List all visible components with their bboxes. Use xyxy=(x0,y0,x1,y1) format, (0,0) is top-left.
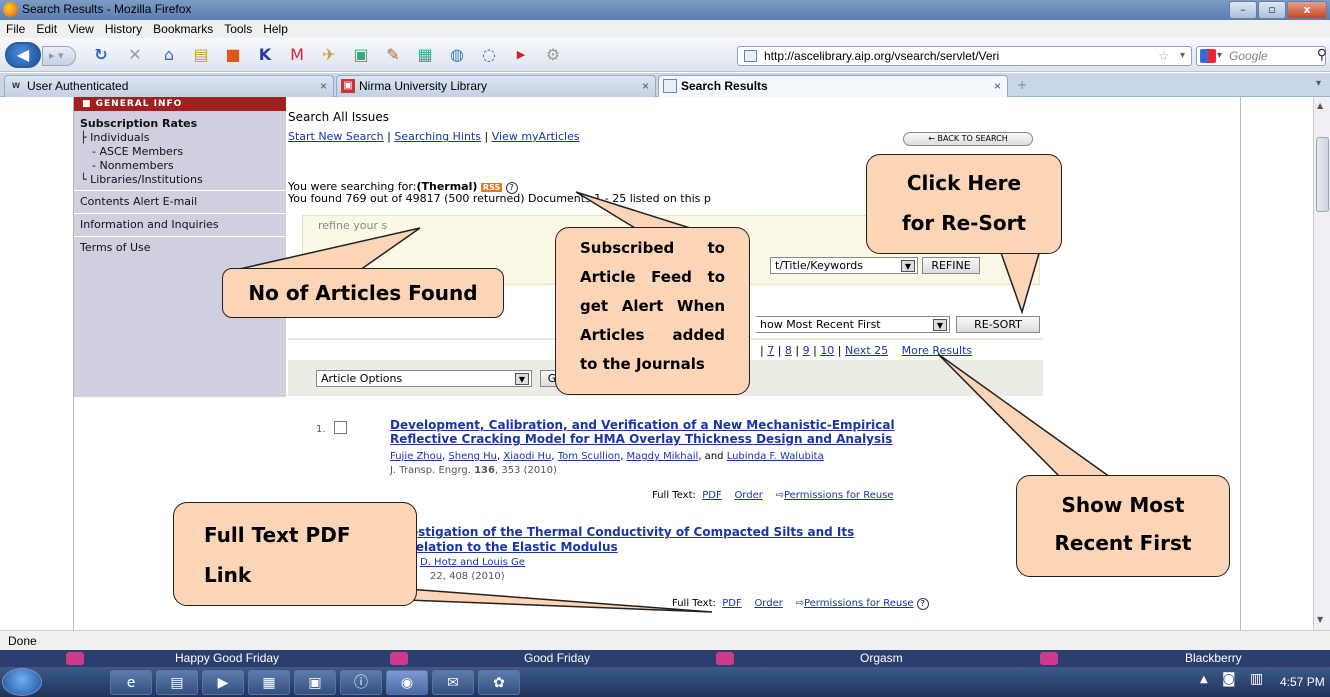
pointer-rss xyxy=(575,191,691,229)
network-icon[interactable]: ▣ xyxy=(294,670,336,695)
tray-arrow-icon[interactable]: ▲ xyxy=(1200,674,1208,685)
mail-icon[interactable]: ✉ xyxy=(432,670,474,695)
feed-icon xyxy=(390,652,408,665)
network-tray-icon[interactable]: ▥ xyxy=(1250,671,1263,687)
ie-icon[interactable]: e xyxy=(110,670,152,695)
pointer-most-recent xyxy=(937,353,1113,478)
bookmark-strip: Happy Good Friday Good Friday Orgasm Bla… xyxy=(0,650,1330,667)
app-icon[interactable]: ✿ xyxy=(478,670,520,695)
pointer-articles-found xyxy=(234,227,421,271)
bookmark-good-friday[interactable]: Good Friday xyxy=(524,650,590,667)
excel-icon[interactable]: ▦ xyxy=(248,670,290,695)
media-icon[interactable]: ▶ xyxy=(202,670,244,695)
feed-icon xyxy=(716,652,734,665)
firefox-taskbar-icon[interactable]: ◉ xyxy=(386,670,428,695)
callout-resort: Click Here for Re-Sort xyxy=(866,154,1062,254)
clock[interactable]: 4:57 PM xyxy=(1280,667,1330,697)
bookmark-happy-good-friday[interactable]: Happy Good Friday xyxy=(175,650,279,667)
callout-most-recent: Show Most Recent First xyxy=(1016,475,1230,577)
info-icon[interactable]: ⓘ xyxy=(340,670,382,695)
callout-subscribed-feed: Subscribed to Article Feed to get Alert … xyxy=(555,227,750,395)
bookmark-3[interactable]: Orgasm xyxy=(860,650,903,667)
bookmark-blackberry[interactable]: Blackberry xyxy=(1185,650,1242,667)
status-bar: Done xyxy=(0,630,1330,650)
explorer-icon[interactable]: ▤ xyxy=(156,670,198,695)
feed-icon xyxy=(66,652,84,665)
feed-icon xyxy=(1040,652,1058,665)
status-text: Done xyxy=(8,634,37,648)
callout-articles-found: No of Articles Found xyxy=(222,268,504,318)
start-button[interactable] xyxy=(2,668,42,696)
taskbar xyxy=(0,667,1330,697)
pointer-resort xyxy=(998,249,1041,315)
tray-app-icon[interactable]: ◙ xyxy=(1222,671,1236,687)
callout-pdf-link: Full Text PDF Link xyxy=(173,502,417,606)
